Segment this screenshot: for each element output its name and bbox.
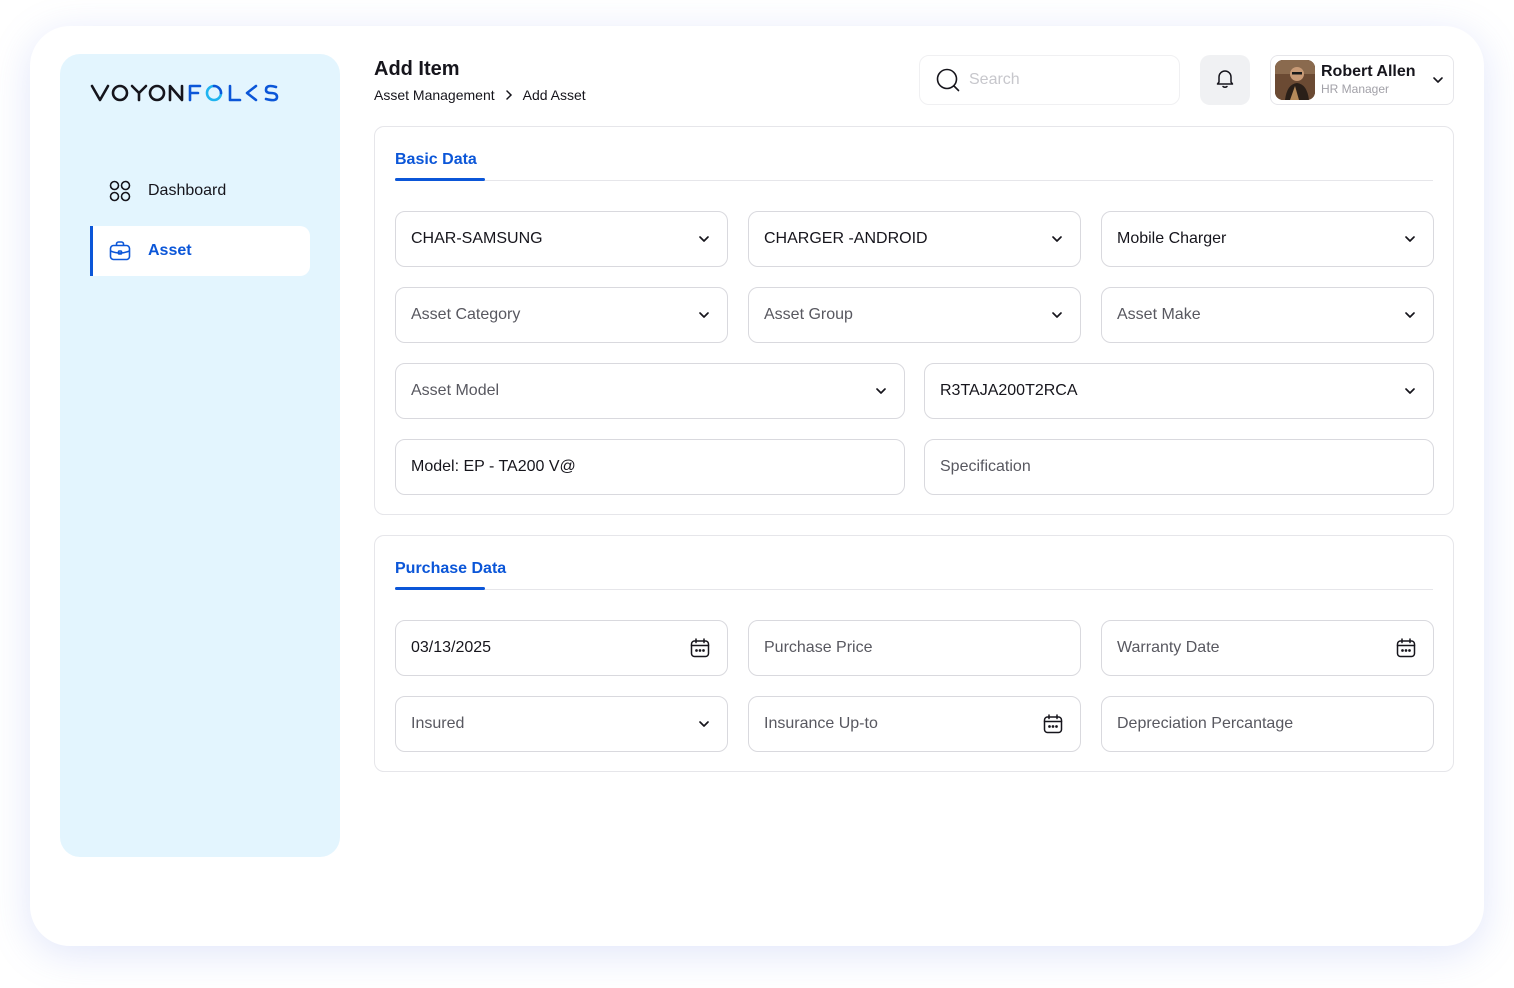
calendar-icon[interactable] [1395, 637, 1417, 659]
notifications-button[interactable] [1200, 55, 1250, 105]
field-value: CHAR-SAMSUNG [411, 230, 543, 247]
03-13-2025-date-field[interactable]: 03/13/2025 [395, 620, 728, 676]
briefcase-icon [108, 239, 132, 263]
bell-icon [1214, 67, 1236, 94]
user-profile-menu[interactable]: Robert Allen HR Manager [1270, 55, 1454, 105]
asset-group-select[interactable]: Asset Group [748, 287, 1081, 343]
field-placeholder: Insured [411, 715, 465, 732]
chevron-down-icon [1403, 384, 1417, 398]
field-placeholder: Insurance Up-to [764, 715, 878, 732]
field-placeholder: Asset Group [764, 306, 853, 323]
brand-logo [90, 80, 292, 106]
purchase-data-card: Purchase Data 03/13/2025 Purchase Price Wa… [374, 535, 1454, 772]
chevron-right-icon [505, 90, 513, 100]
chevron-down-icon [697, 717, 711, 731]
field-placeholder: Asset Model [411, 382, 500, 399]
basic-data-card: Basic Data CHAR-SAMSUNG CHARGER -ANDROID M… [374, 126, 1454, 515]
insured-select[interactable]: Insured [395, 696, 728, 752]
field-placeholder: Asset Make [1117, 306, 1201, 323]
breadcrumb: Asset Management Add Asset [374, 87, 586, 103]
tab-purchase-data[interactable]: Purchase Data [395, 560, 506, 578]
chevron-down-icon [874, 384, 888, 398]
char-samsung-select[interactable]: CHAR-SAMSUNG [395, 211, 728, 267]
sidebar-item-dashboard[interactable]: Dashboard [90, 166, 310, 216]
asset-make-select[interactable]: Asset Make [1101, 287, 1434, 343]
field-value: Model: EP - TA200 V@ [411, 458, 576, 475]
charger-android-select[interactable]: CHARGER -ANDROID [748, 211, 1081, 267]
user-role: HR Manager [1321, 82, 1390, 96]
specification-input[interactable]: Specification [924, 439, 1434, 495]
r3taja200t2rca-select[interactable]: R3TAJA200T2RCA [924, 363, 1434, 419]
field-placeholder: Purchase Price [764, 639, 873, 656]
sidebar-item-label: Dashboard [148, 182, 227, 199]
chevron-down-icon [1050, 308, 1064, 322]
field-placeholder: Depreciation Percantage [1117, 715, 1294, 732]
search-icon [935, 67, 961, 93]
grid-icon [108, 179, 132, 203]
sidebar-item-asset[interactable]: Asset [90, 226, 310, 276]
chevron-down-icon [1403, 232, 1417, 246]
warranty-date-date-field[interactable]: Warranty Date [1101, 620, 1434, 676]
chevron-down-icon [697, 232, 711, 246]
mobile-charger-select[interactable]: Mobile Charger [1101, 211, 1434, 267]
search-box[interactable] [919, 55, 1180, 105]
user-name: Robert Allen [1321, 63, 1416, 80]
asset-model-select[interactable]: Asset Model [395, 363, 905, 419]
tab-basic-data[interactable]: Basic Data [395, 151, 477, 169]
tab-active-indicator [395, 587, 485, 590]
page-title: Add Item [374, 58, 460, 80]
asset-category-select[interactable]: Asset Category [395, 287, 728, 343]
tab-active-indicator [395, 178, 485, 181]
field-value: Mobile Charger [1117, 230, 1227, 247]
avatar [1275, 60, 1315, 100]
breadcrumb-item[interactable]: Asset Management [374, 87, 495, 103]
insurance-up-to-date-field[interactable]: Insurance Up-to [748, 696, 1081, 752]
field-placeholder: Specification [940, 458, 1031, 475]
field-placeholder: Asset Category [411, 306, 521, 323]
depreciation-percantage-input[interactable]: Depreciation Percantage [1101, 696, 1434, 752]
breadcrumb-item-current: Add Asset [522, 87, 586, 103]
search-input[interactable] [969, 71, 1149, 89]
sidebar: Dashboard Asset [60, 54, 340, 857]
chevron-down-icon [697, 308, 711, 322]
calendar-icon[interactable] [1042, 713, 1064, 735]
tab-divider [395, 180, 1433, 181]
purchase-price-input[interactable]: Purchase Price [748, 620, 1081, 676]
chevron-down-icon [1050, 232, 1064, 246]
sidebar-item-label: Asset [148, 242, 192, 259]
field-value: 03/13/2025 [411, 639, 492, 656]
model-ep-ta200-v-input[interactable]: Model: EP - TA200 V@ [395, 439, 905, 495]
calendar-icon[interactable] [689, 637, 711, 659]
field-value: R3TAJA200T2RCA [940, 382, 1078, 399]
field-placeholder: Warranty Date [1117, 639, 1220, 656]
tab-divider [395, 589, 1433, 590]
chevron-down-icon [1431, 73, 1445, 87]
chevron-down-icon [1403, 308, 1417, 322]
field-value: CHARGER -ANDROID [764, 230, 928, 247]
